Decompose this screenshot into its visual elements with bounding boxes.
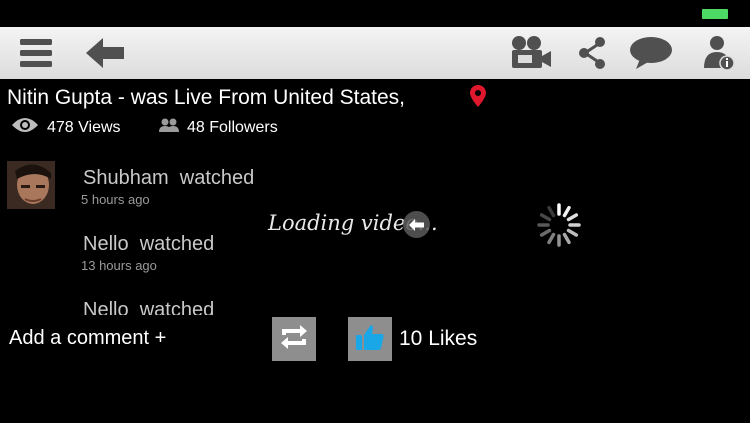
location-pin-icon[interactable] bbox=[470, 85, 486, 112]
list-item[interactable]: Nello watched bbox=[0, 287, 600, 315]
watcher-name: Nello watched bbox=[83, 299, 215, 315]
repost-button[interactable] bbox=[272, 317, 316, 361]
thumbs-up-icon bbox=[355, 323, 385, 356]
video-back-button[interactable] bbox=[403, 211, 430, 238]
watchers-list: Shubham watched 5 hours ago Nello watche… bbox=[0, 155, 600, 315]
watcher-name: Shubham watched bbox=[83, 167, 255, 189]
views-count: 478 Views bbox=[47, 118, 121, 136]
followers-count: 48 Followers bbox=[187, 118, 278, 136]
repost-icon bbox=[278, 323, 310, 356]
eye-icon bbox=[11, 117, 39, 138]
watcher-name: Nello watched bbox=[83, 233, 215, 255]
watch-time: 5 hours ago bbox=[81, 192, 150, 207]
add-comment-button[interactable]: Add a comment + bbox=[9, 327, 166, 350]
avatar[interactable] bbox=[7, 161, 55, 209]
toolbar bbox=[0, 27, 750, 79]
watch-time: 13 hours ago bbox=[81, 258, 157, 273]
list-item[interactable]: Shubham watched 5 hours ago bbox=[0, 155, 600, 217]
like-button[interactable] bbox=[348, 317, 392, 361]
followers-icon bbox=[159, 117, 179, 138]
loading-spinner-icon bbox=[535, 201, 583, 254]
broadcast-title: Nitin Gupta - was Live From United State… bbox=[7, 86, 405, 109]
likes-count: 10 Likes bbox=[399, 327, 478, 350]
chat-bubble-icon[interactable] bbox=[626, 27, 676, 79]
followers-stat[interactable]: 48 Followers bbox=[159, 117, 278, 138]
menu-icon[interactable] bbox=[14, 27, 58, 79]
user-info-icon[interactable] bbox=[698, 27, 738, 79]
share-icon[interactable] bbox=[574, 27, 610, 79]
status-bar bbox=[0, 0, 750, 27]
back-arrow-icon[interactable] bbox=[82, 27, 128, 79]
battery-icon bbox=[702, 9, 728, 19]
video-camera-icon[interactable] bbox=[508, 27, 554, 79]
views-stat: 478 Views bbox=[11, 117, 121, 138]
